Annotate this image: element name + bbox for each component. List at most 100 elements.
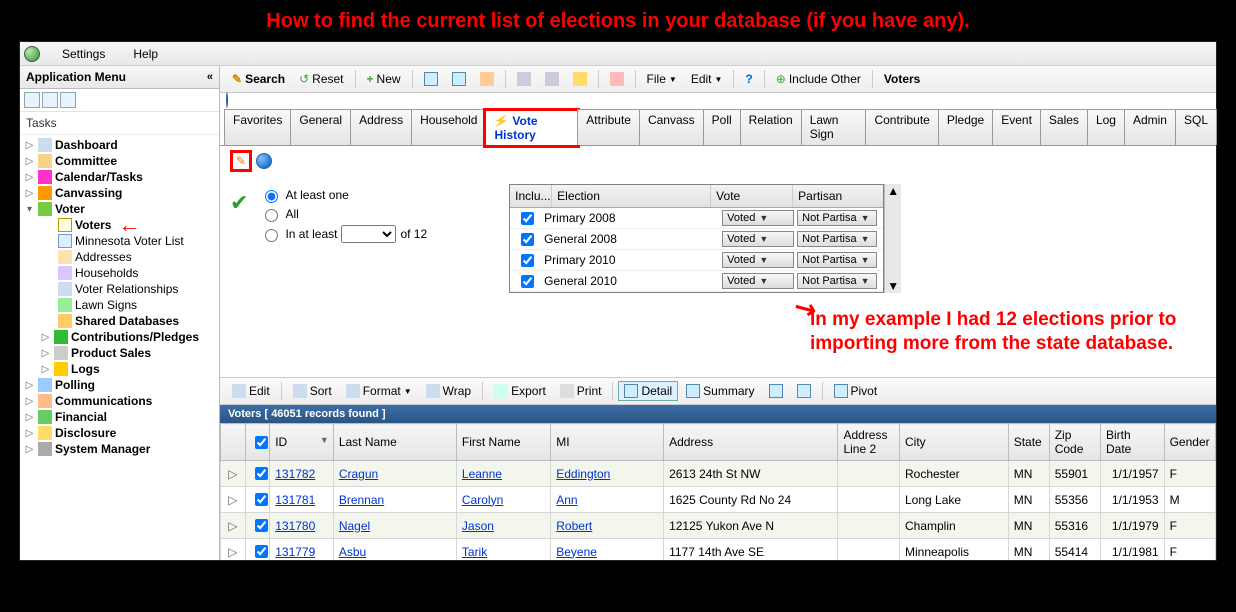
nav-back-button[interactable]	[226, 92, 228, 108]
election-include-checkbox[interactable]	[521, 275, 534, 288]
expand-cell[interactable]: ▷	[221, 539, 246, 561]
file-menu[interactable]: File ▼	[641, 69, 683, 89]
reset-button[interactable]: ↺Reset	[293, 69, 349, 89]
tab-admin[interactable]: Admin	[1124, 109, 1176, 145]
table-row[interactable]: ▷131780NagelJasonRobert12125 Yukon Ave N…	[221, 513, 1216, 539]
include-other-button[interactable]: ⊕Include Other	[770, 69, 867, 89]
view2-button[interactable]	[446, 69, 472, 89]
col-partisan[interactable]: Partisan	[793, 185, 883, 207]
tab-contribute[interactable]: Contribute	[865, 109, 938, 145]
grid-summary[interactable]: Summary	[680, 381, 760, 401]
col-city[interactable]: City	[899, 424, 1008, 461]
nav-polling[interactable]: ▷Polling	[20, 377, 219, 393]
grid-print[interactable]: Print	[554, 381, 608, 401]
nav-disclosure[interactable]: ▷Disclosure	[20, 425, 219, 441]
col-include[interactable]: Inclu...	[510, 185, 552, 207]
firstname-link[interactable]: Carolyn	[462, 493, 503, 507]
nav-committee[interactable]: ▷Committee	[20, 153, 219, 169]
election-include-checkbox[interactable]	[521, 212, 534, 225]
view-icon-3[interactable]	[60, 92, 76, 108]
tab-canvass[interactable]: Canvass	[639, 109, 704, 145]
grid-sort[interactable]: Sort	[287, 381, 338, 401]
tab-favorites[interactable]: Favorites	[224, 109, 291, 145]
select-cell[interactable]	[245, 513, 270, 539]
radio-atleastone[interactable]: At least one	[260, 187, 427, 203]
tab-address[interactable]: Address	[350, 109, 412, 145]
partisan-dropdown[interactable]: Not Partisa▼	[797, 273, 877, 289]
tab-lawnsign[interactable]: Lawn Sign	[801, 109, 867, 145]
select-cell[interactable]	[245, 487, 270, 513]
nav-addresses[interactable]: Addresses	[20, 249, 219, 265]
folder-button[interactable]	[474, 69, 500, 89]
grid-wrap[interactable]: Wrap	[420, 381, 477, 401]
lastname-link[interactable]: Asbu	[339, 545, 366, 559]
tab-poll[interactable]: Poll	[703, 109, 741, 145]
firstname-link[interactable]: Leanne	[462, 467, 502, 481]
tab-general[interactable]: General	[290, 109, 351, 145]
nav-dashboard[interactable]: ▷Dashboard	[20, 137, 219, 153]
row-checkbox[interactable]	[255, 493, 268, 506]
expand-cell[interactable]: ▷	[221, 461, 246, 487]
search-button[interactable]: ✎Search	[226, 69, 291, 89]
nav-contrib[interactable]: ▷Contributions/Pledges	[20, 329, 219, 345]
saveas-button[interactable]	[539, 69, 565, 89]
id-link[interactable]: 131781	[275, 493, 315, 507]
election-row[interactable]: Primary 2008Voted▼Not Partisa▼	[510, 208, 883, 229]
delete-button[interactable]	[604, 69, 630, 89]
col-state[interactable]: State	[1008, 424, 1049, 461]
tab-household[interactable]: Household	[411, 109, 486, 145]
vote-dropdown[interactable]: Voted▼	[722, 231, 794, 247]
nav-communications[interactable]: ▷Communications	[20, 393, 219, 409]
mi-link[interactable]: Robert	[556, 519, 592, 533]
election-include-checkbox[interactable]	[521, 254, 534, 267]
col-mi[interactable]: MI	[551, 424, 664, 461]
menu-settings[interactable]: Settings	[56, 44, 111, 64]
grid-export[interactable]: Export	[488, 381, 552, 401]
col-election[interactable]: Election	[552, 185, 711, 207]
mi-link[interactable]: Eddington	[556, 467, 610, 481]
partisan-dropdown[interactable]: Not Partisa▼	[797, 210, 877, 226]
id-link[interactable]: 131782	[275, 467, 315, 481]
new-button[interactable]: +New	[361, 69, 407, 89]
save-button[interactable]	[511, 69, 537, 89]
edit-filter-button[interactable]: ✎	[230, 150, 252, 172]
col-vote[interactable]: Vote	[711, 185, 793, 207]
expand-cell[interactable]: ▷	[221, 487, 246, 513]
nav-financial[interactable]: ▷Financial	[20, 409, 219, 425]
tab-log[interactable]: Log	[1087, 109, 1125, 145]
partisan-dropdown[interactable]: Not Partisa▼	[797, 252, 877, 268]
col-gender[interactable]: Gender	[1164, 424, 1215, 461]
election-row[interactable]: General 2010Voted▼Not Partisa▼	[510, 271, 883, 292]
tab-sql[interactable]: SQL	[1175, 109, 1217, 145]
nav-logs[interactable]: ▷Logs	[20, 361, 219, 377]
col-lastname[interactable]: Last Name	[333, 424, 456, 461]
vote-dropdown[interactable]: Voted▼	[722, 252, 794, 268]
table-row[interactable]: ▷131779AsbuTarikBeyene1177 14th Ave SEMi…	[221, 539, 1216, 561]
row-checkbox[interactable]	[255, 467, 268, 480]
edit-menu[interactable]: Edit ▼	[685, 69, 729, 89]
lastname-link[interactable]: Nagel	[339, 519, 370, 533]
col-address[interactable]: Address	[664, 424, 838, 461]
mi-link[interactable]: Beyene	[556, 545, 597, 559]
row-checkbox[interactable]	[255, 545, 268, 558]
table-row[interactable]: ▷131782CragunLeanneEddington2613 24th St…	[221, 461, 1216, 487]
col-addr2[interactable]: Address Line 2	[838, 424, 900, 461]
id-link[interactable]: 131780	[275, 519, 315, 533]
grid-detail[interactable]: Detail	[618, 381, 678, 401]
view-icon-2[interactable]	[42, 92, 58, 108]
partisan-dropdown[interactable]: Not Partisa▼	[797, 231, 877, 247]
firstname-link[interactable]: Jason	[462, 519, 494, 533]
info-button[interactable]	[256, 153, 272, 169]
election-row[interactable]: General 2008Voted▼Not Partisa▼	[510, 229, 883, 250]
nav-canvassing[interactable]: ▷Canvassing	[20, 185, 219, 201]
mi-link[interactable]: Ann	[556, 493, 577, 507]
grid-format[interactable]: Format ▼	[340, 381, 418, 401]
col-firstname[interactable]: First Name	[456, 424, 550, 461]
nav-mnvoter[interactable]: Minnesota Voter List	[20, 233, 219, 249]
menu-help[interactable]: Help	[127, 44, 164, 64]
count-select[interactable]	[341, 225, 396, 243]
grid-edit[interactable]: Edit	[226, 381, 276, 401]
election-row[interactable]: Primary 2010Voted▼Not Partisa▼	[510, 250, 883, 271]
radio-all[interactable]: All	[260, 206, 427, 222]
view1-button[interactable]	[418, 69, 444, 89]
